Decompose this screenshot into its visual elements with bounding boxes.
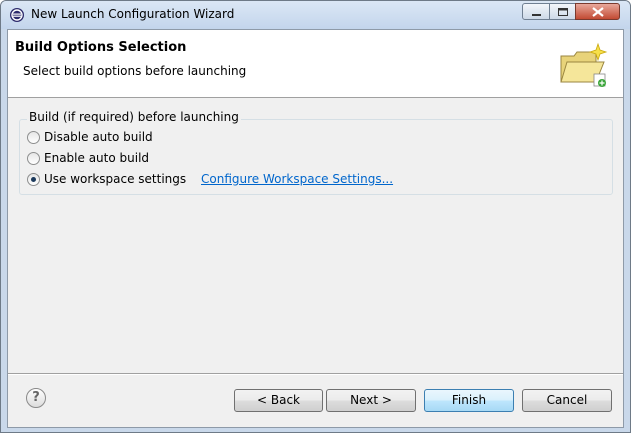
dialog-client-area: Build Options Selection Select build opt… xyxy=(7,29,624,428)
minimize-icon xyxy=(532,14,541,16)
radio-indicator[interactable] xyxy=(27,151,40,165)
configure-workspace-settings-link[interactable]: Configure Workspace Settings... xyxy=(201,172,393,186)
eclipse-app-icon xyxy=(10,8,24,22)
page-title: Build Options Selection xyxy=(15,40,187,55)
radio-label: Enable auto build xyxy=(44,151,150,165)
help-icon[interactable]: ? xyxy=(26,388,46,408)
radio-use-workspace-settings[interactable]: Use workspace settings xyxy=(27,171,186,187)
wizard-header: Build Options Selection Select build opt… xyxy=(8,30,623,98)
window-title: New Launch Configuration Wizard xyxy=(31,7,235,21)
radio-disable-auto-build[interactable]: Disable auto build xyxy=(27,129,153,145)
back-button[interactable]: < Back xyxy=(234,389,323,412)
page-description: Select build options before launching xyxy=(23,64,247,78)
radio-label: Use workspace settings xyxy=(44,172,187,186)
radio-indicator[interactable] xyxy=(27,130,40,144)
close-button[interactable] xyxy=(575,3,620,20)
radio-enable-auto-build[interactable]: Enable auto build xyxy=(27,150,149,166)
build-group-label: Build (if required) before launching xyxy=(27,110,241,124)
wizard-window: New Launch Configuration Wizard Build Op… xyxy=(0,0,631,433)
maximize-icon xyxy=(558,8,568,16)
radio-label: Disable auto build xyxy=(44,130,153,144)
radio-indicator-selected[interactable] xyxy=(27,172,40,186)
title-bar[interactable]: New Launch Configuration Wizard xyxy=(1,1,630,29)
footer-separator xyxy=(8,373,623,375)
finish-button[interactable]: Finish xyxy=(424,389,514,412)
next-button[interactable]: Next > xyxy=(326,389,416,412)
minimize-button[interactable] xyxy=(522,3,550,20)
maximize-button[interactable] xyxy=(549,3,576,20)
wizard-folder-icon xyxy=(560,42,608,87)
cancel-button[interactable]: Cancel xyxy=(522,389,612,412)
close-icon xyxy=(592,7,604,17)
